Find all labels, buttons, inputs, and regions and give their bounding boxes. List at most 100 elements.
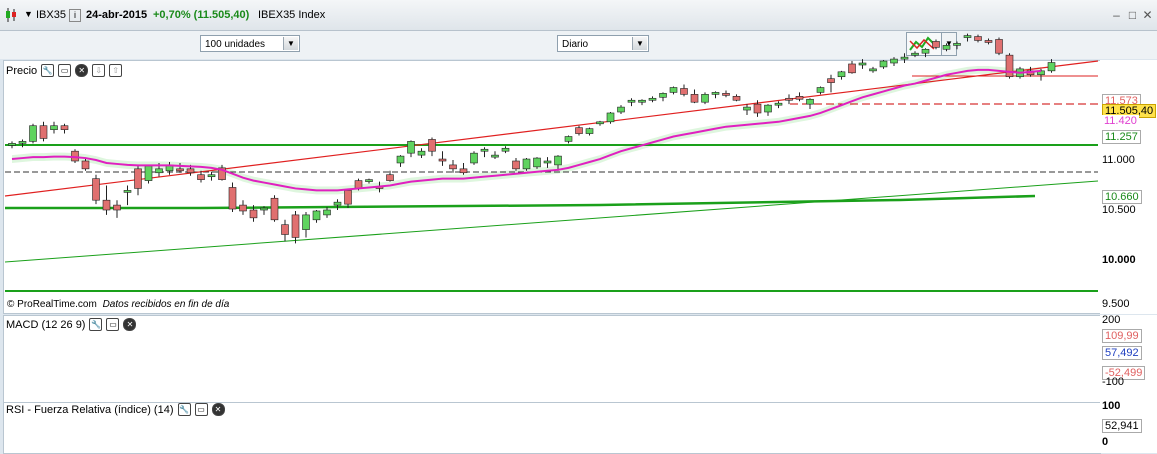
candle-body <box>796 96 803 99</box>
candle-body <box>639 100 646 102</box>
watermark: © ProRealTime.com Datos recibidos en fin… <box>7 299 229 310</box>
axis-tick: 100 <box>1102 400 1120 412</box>
candle-body <box>471 153 478 163</box>
axis-tick: 0 <box>1102 436 1108 448</box>
candle-body <box>334 202 341 205</box>
candle-body <box>576 128 583 134</box>
candle-body <box>418 151 425 155</box>
axis-tick: 11.000 <box>1102 154 1135 166</box>
window-icon[interactable]: ▭ <box>195 403 208 416</box>
wrench-icon[interactable]: 🔧 <box>178 403 191 416</box>
candle-body <box>985 40 992 42</box>
price-axis: 11.000 10.500 10.000 9.500 11.573 11.505… <box>1100 60 1157 314</box>
macd-axis: 200 109,99 57,492 -52,499 -100 <box>1100 315 1157 403</box>
candle-body <box>250 210 257 218</box>
close-icon[interactable]: ✕ <box>212 403 225 416</box>
watermark-brand: © ProRealTime.com <box>7 299 97 310</box>
candle-body <box>555 156 562 165</box>
candle-body <box>733 96 740 100</box>
candle-body <box>93 179 100 201</box>
candle-body <box>786 98 793 100</box>
candle-body <box>9 143 16 145</box>
candle-body <box>40 126 47 139</box>
candle-body <box>880 61 887 67</box>
candle-body <box>387 175 394 181</box>
candle-body <box>439 159 446 161</box>
candle-body <box>19 141 26 143</box>
candle-body <box>660 93 667 97</box>
candle-body <box>502 148 509 151</box>
candle-body <box>208 175 215 177</box>
candle-body <box>838 72 845 77</box>
candle-body <box>597 122 604 124</box>
candle-body <box>30 126 37 142</box>
candle-body <box>271 198 278 220</box>
candle-body <box>618 107 625 112</box>
macd-tag-1: 109,99 <box>1102 329 1142 343</box>
candle-body <box>135 169 142 189</box>
candle-body <box>849 64 856 73</box>
candle-body <box>712 92 719 94</box>
candle-body <box>313 211 320 220</box>
rsi-tag-1: 52,941 <box>1102 419 1142 433</box>
candle-body <box>282 225 289 235</box>
window-icon[interactable]: ▭ <box>106 318 119 331</box>
candle-body <box>670 88 677 93</box>
axis-tick: 10.000 <box>1102 254 1136 266</box>
candle-body <box>607 113 614 122</box>
candle-body <box>523 159 530 169</box>
candle-body <box>859 63 866 65</box>
candle-body <box>229 187 236 209</box>
candle-body <box>156 169 163 173</box>
candle-body <box>82 161 89 169</box>
candle-body <box>943 45 950 49</box>
candle-body <box>702 94 709 102</box>
macd-panel[interactable] <box>3 315 1101 403</box>
candle-body <box>891 59 898 63</box>
candle-body <box>345 190 352 204</box>
rsi-panel-header: RSI - Fuerza Relativa (índice) (14) 🔧 ▭ … <box>6 403 225 416</box>
candle-body <box>628 100 635 102</box>
minimize-icon[interactable]: ‒ <box>1110 9 1123 22</box>
price-tag-r2: 11.420 <box>1102 115 1139 127</box>
candle-body <box>1006 55 1013 77</box>
trend-line-upper <box>5 61 1098 196</box>
candle-body <box>775 103 782 105</box>
candle-body <box>51 126 58 130</box>
watermark-note: Datos recibidos en fin de día <box>103 299 230 310</box>
candle-body <box>177 169 184 171</box>
wrench-icon[interactable]: 🔧 <box>89 318 102 331</box>
candle-body <box>124 190 131 192</box>
candle-body <box>429 139 436 151</box>
price-tag-s1: 11.257 <box>1102 130 1141 144</box>
axis-tick: 10.500 <box>1102 204 1136 216</box>
macd-panel-label: MACD (12 26 9) <box>6 319 85 331</box>
candle-body <box>754 104 761 113</box>
candle-body <box>996 39 1003 53</box>
macd-tag-2: 57,492 <box>1102 346 1142 360</box>
candle-body <box>366 180 373 182</box>
long-ma-line <box>5 196 1035 208</box>
candle-body <box>975 37 982 41</box>
candle-body <box>565 137 572 142</box>
rsi-axis: 100 52,941 0 <box>1100 402 1157 453</box>
candle-body <box>324 210 331 215</box>
candle-body <box>240 205 247 211</box>
close-icon[interactable]: ✕ <box>1141 9 1154 22</box>
candle-body <box>198 175 205 180</box>
candle-body <box>691 94 698 102</box>
candle-body <box>408 141 415 153</box>
candle-body <box>187 169 194 173</box>
macd-panel-header: MACD (12 26 9) 🔧 ▭ ✕ <box>6 318 136 331</box>
candle-body <box>681 88 688 94</box>
candle-body <box>1048 63 1055 71</box>
candle-body <box>513 161 520 169</box>
candle-body <box>534 158 541 167</box>
close-icon[interactable]: ✕ <box>123 318 136 331</box>
candle-body <box>61 126 68 130</box>
maximize-icon[interactable]: □ <box>1126 9 1139 22</box>
candle-body <box>114 205 121 210</box>
candle-body <box>901 57 908 59</box>
candle-body <box>912 53 919 55</box>
candle-body <box>870 69 877 71</box>
